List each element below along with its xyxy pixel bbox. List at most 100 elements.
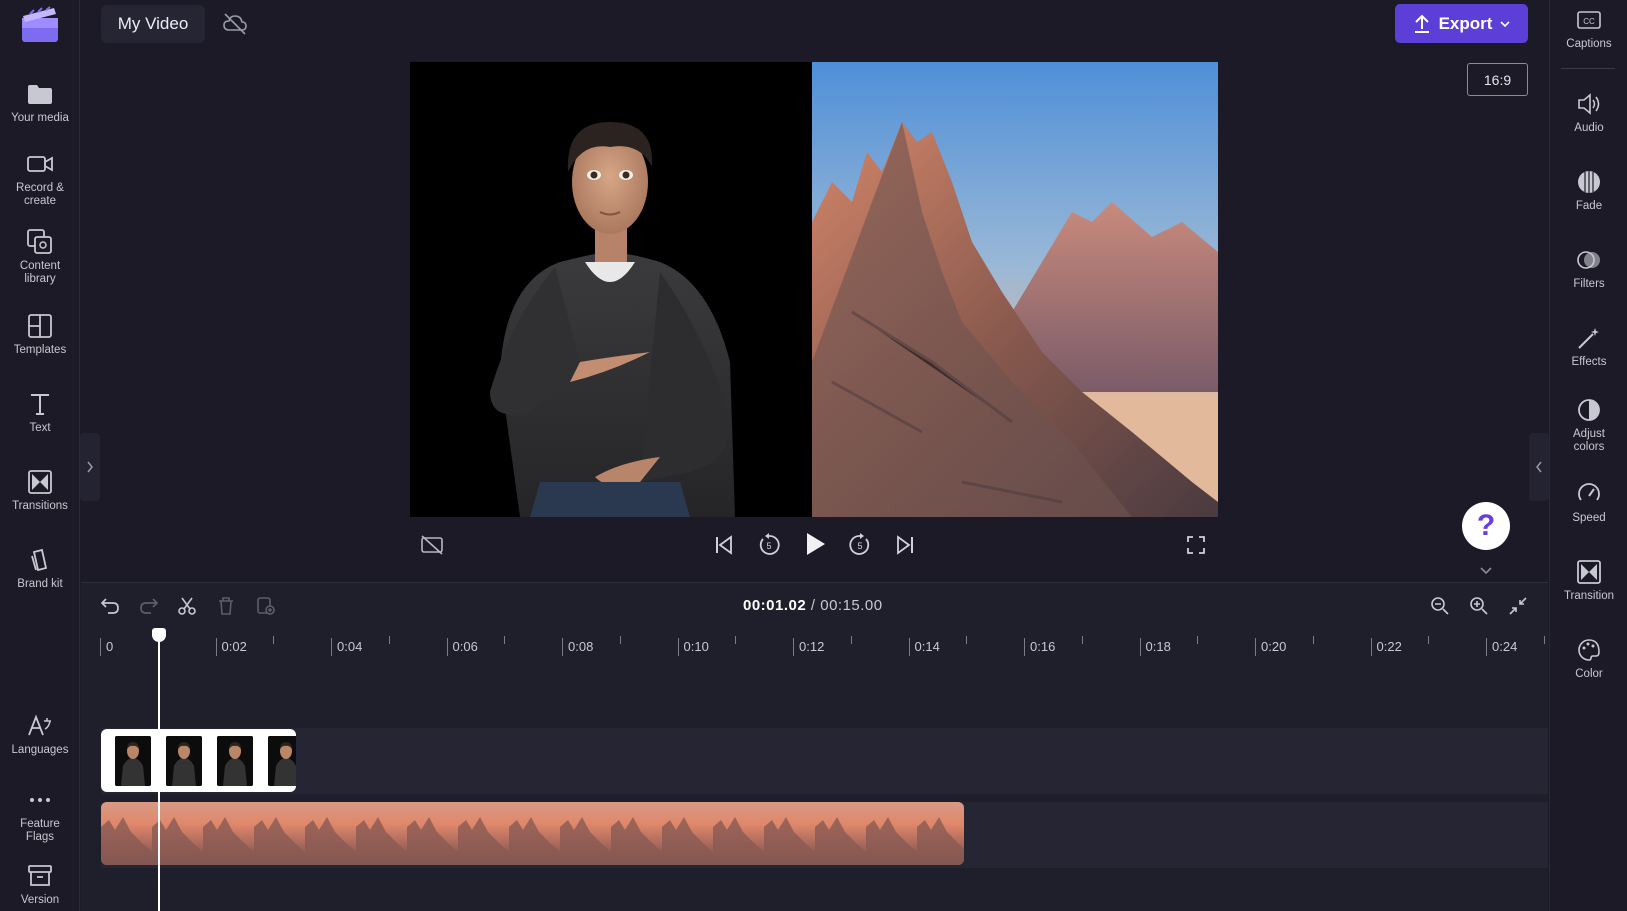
delete-button[interactable] — [212, 592, 240, 620]
captions-icon: CC — [1575, 6, 1603, 34]
app-logo[interactable] — [20, 4, 60, 44]
sidebar-item-templates[interactable]: Templates — [0, 312, 80, 357]
sidebar-item-transition[interactable]: Transition — [1550, 558, 1627, 603]
add-to-media-button[interactable] — [252, 592, 280, 620]
sidebar-item-filters[interactable]: Filters — [1550, 246, 1627, 291]
ruler-minor-tick — [1197, 636, 1199, 644]
fullscreen-button[interactable] — [1181, 530, 1211, 560]
sidebar-item-label: Version — [20, 894, 60, 906]
sidebar-item-content-library[interactable]: Content library — [0, 228, 80, 286]
sidebar-item-languages[interactable]: Languages — [0, 712, 80, 757]
ruler-tick — [1255, 638, 1256, 656]
ruler-label: 0:12 — [799, 639, 825, 654]
play-button[interactable] — [800, 529, 830, 559]
sidebar-item-label: Filters — [1573, 278, 1605, 290]
sidebar-item-feature-flags[interactable]: Feature Flags — [0, 786, 80, 844]
skip-back-button[interactable] — [709, 530, 739, 560]
languages-icon — [26, 712, 54, 740]
sidebar-item-speed[interactable]: Speed — [1550, 480, 1627, 525]
right-sidebar-divider — [1561, 68, 1615, 69]
export-button[interactable]: Export — [1395, 4, 1528, 43]
delete-icon — [219, 597, 233, 615]
ruler-tick — [446, 638, 448, 656]
zoom-out-button[interactable] — [1426, 592, 1454, 620]
ruler-minor-tick — [735, 636, 737, 644]
mountain-clip[interactable] — [101, 802, 964, 865]
ruler-label: 0:24 — [1492, 639, 1518, 654]
svg-text:5: 5 — [857, 541, 862, 551]
split-button[interactable] — [173, 592, 201, 620]
timeline-ruler[interactable]: 0 0:02 0:04 0:06 0:08 0:10 0:12 0:14 0:16 0:18 0:2… — [81, 630, 1548, 660]
left-panel-collapse-tab[interactable] — [80, 433, 100, 501]
sidebar-item-label: Audio — [1574, 122, 1604, 134]
sidebar-item-fade[interactable]: Fade — [1550, 168, 1627, 213]
sidebar-item-text[interactable]: Text — [0, 390, 80, 435]
export-label: Export — [1438, 13, 1493, 33]
mountain-preview — [812, 62, 1218, 517]
undo-button[interactable] — [96, 592, 124, 620]
sidebar-item-adjust-colors[interactable]: Adjust colors — [1550, 396, 1627, 454]
playhead[interactable] — [158, 634, 160, 911]
sidebar-item-label: Your media — [11, 112, 69, 124]
current-time: 00:01.02 — [743, 597, 807, 614]
sidebar-item-your-media[interactable]: Your media — [0, 80, 80, 125]
ruler-tick — [793, 638, 794, 656]
aspect-ratio-button[interactable]: 16:9 — [1467, 63, 1528, 96]
skip-back-icon — [716, 535, 732, 555]
forward-5-button[interactable]: 5 — [845, 530, 875, 560]
chevron-down-icon[interactable] — [1477, 564, 1495, 578]
sidebar-item-color[interactable]: Color — [1550, 636, 1627, 681]
clip-frame-thumbnail — [713, 802, 764, 865]
clip-frame-thumbnail — [254, 802, 305, 865]
redo-button[interactable] — [135, 592, 163, 620]
sidebar-item-label: Content library — [19, 260, 61, 285]
avatar-clip[interactable] — [101, 729, 296, 792]
right-panel-collapse-tab[interactable] — [1529, 433, 1549, 501]
ruler-tick — [908, 638, 910, 656]
ruler-label: 0 — [106, 639, 114, 654]
captions-off-button[interactable] — [417, 530, 447, 560]
ruler-label: 0:10 — [683, 639, 709, 654]
ruler-label: 0:08 — [568, 639, 594, 654]
play-icon — [807, 533, 825, 555]
sidebar-item-captions[interactable]: CC Captions — [1550, 6, 1627, 51]
sidebar-item-label: Captions — [1566, 38, 1612, 50]
video-preview[interactable] — [410, 62, 1218, 517]
playhead-handle[interactable] — [152, 628, 166, 642]
sidebar-item-transitions[interactable]: Transitions — [0, 468, 80, 513]
ruler-minor-tick — [504, 636, 506, 644]
project-title[interactable]: My Video — [101, 5, 205, 43]
sidebar-item-label: Speed — [1572, 512, 1606, 524]
rewind-5-icon: 5 — [759, 533, 780, 555]
svg-text:5: 5 — [766, 541, 771, 551]
text-icon — [26, 390, 54, 418]
sidebar-item-effects[interactable]: Effects — [1550, 324, 1627, 369]
captions-off-icon — [421, 535, 443, 555]
clip-frame-thumbnail — [203, 802, 254, 865]
templates-icon — [26, 312, 54, 340]
folder-icon — [26, 80, 54, 108]
cloud-off-icon[interactable] — [222, 12, 248, 36]
skip-forward-button[interactable] — [890, 530, 920, 560]
zoom-in-button[interactable] — [1465, 592, 1493, 620]
sidebar-item-record-create[interactable]: Record & create — [0, 150, 80, 208]
clip-frame-thumbnail — [764, 802, 815, 865]
clip-frame-thumbnail — [305, 802, 356, 865]
split-icon — [178, 597, 196, 615]
track-row-1 — [101, 728, 1548, 794]
ruler-minor-tick — [966, 636, 968, 644]
sidebar-item-label: Brand kit — [17, 578, 63, 590]
clip-frame-thumbnail — [217, 736, 253, 786]
clip-frame-thumbnail — [115, 736, 151, 786]
undo-icon — [100, 598, 119, 614]
sidebar-item-audio[interactable]: Audio — [1550, 90, 1627, 135]
left-sidebar: Your media Record & create Content libra… — [0, 0, 80, 911]
rewind-5-button[interactable]: 5 — [754, 530, 784, 560]
help-button[interactable]: ? — [1462, 502, 1510, 550]
right-sidebar: CC Captions Audio Fade Filters Effects A… — [1549, 0, 1627, 911]
sidebar-item-version[interactable]: Version — [0, 862, 80, 907]
ruler-label: 0:02 — [221, 639, 247, 654]
sidebar-item-brand-kit[interactable]: Brand kit — [0, 546, 80, 591]
sidebar-item-label: Text — [29, 422, 51, 434]
fit-timeline-button[interactable] — [1504, 592, 1532, 620]
